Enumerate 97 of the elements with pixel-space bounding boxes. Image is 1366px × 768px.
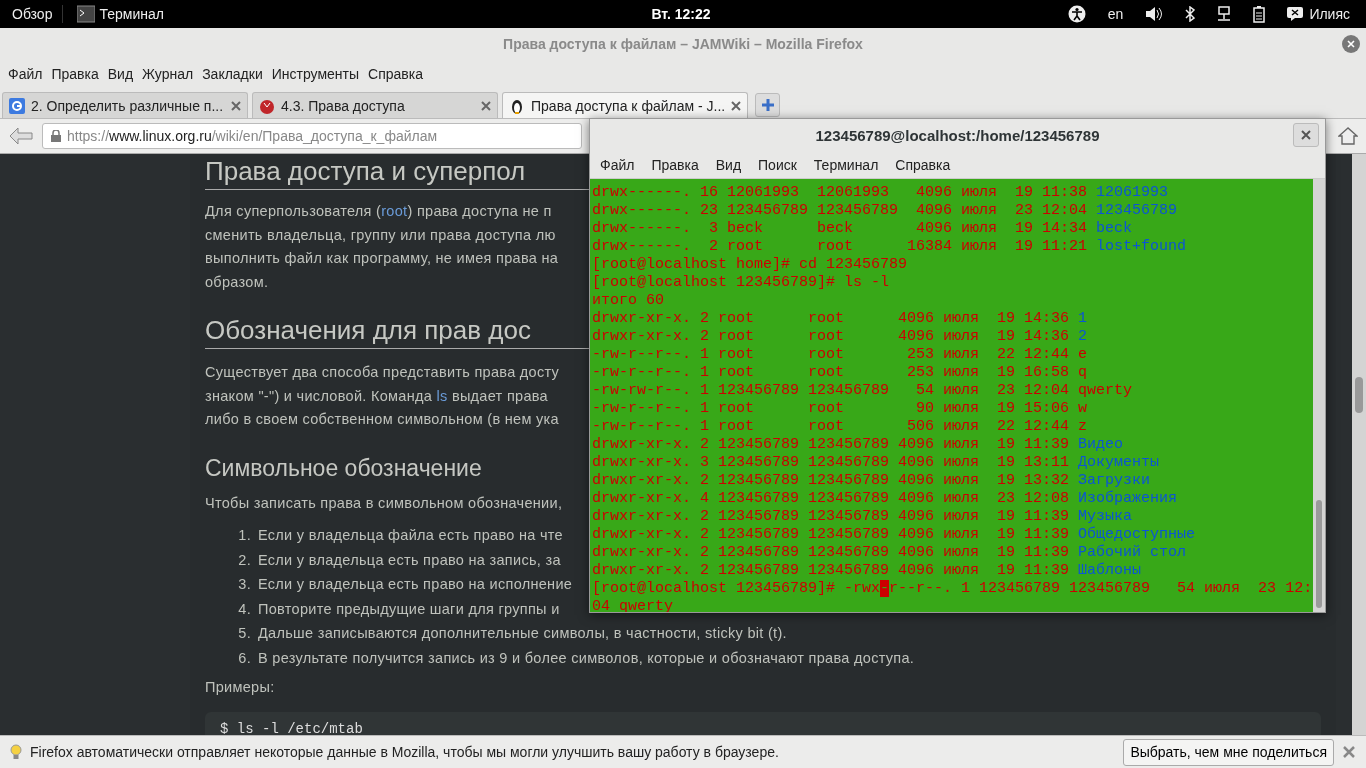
close-icon[interactable] <box>731 100 742 111</box>
close-button[interactable] <box>1342 35 1360 53</box>
terminal-line: drwxr-xr-x. 4 123456789 123456789 4096 июля 23 12:08 Изображения <box>591 490 1179 508</box>
menu-item[interactable]: Справка <box>895 157 951 173</box>
terminal-line: [root@localhost 123456789]# ls -l <box>591 274 891 292</box>
terminal-line: drwxr-xr-x. 2 123456789 123456789 4096 июля 19 11:39 Общедоступные <box>591 526 1197 544</box>
window-title: Права доступа к файлам – JAMWiki – Mozilla Firefox <box>503 36 863 52</box>
list-number: 6. <box>237 648 251 668</box>
tab[interactable]: 2. Определить различные п... <box>2 92 248 118</box>
terminal-line: drwxr-xr-x. 2 123456789 123456789 4096 июля 19 11:39 Шаблоны <box>591 562 1143 580</box>
subsection-heading: Символьное обозначение <box>205 453 482 482</box>
paragraph: Чтобы записать права в символьном обозначении, <box>205 493 563 513</box>
scrollbar[interactable] <box>1352 154 1366 735</box>
terminal-icon <box>77 5 96 23</box>
lock-icon <box>51 130 61 142</box>
back-icon[interactable] <box>8 126 34 146</box>
network-icon[interactable] <box>1217 6 1232 22</box>
menu-item[interactable]: Инструменты <box>271 66 365 82</box>
page-heading: Права доступа и суперпол <box>205 156 589 190</box>
list-item-text: В результате получится запись из 9 и более символов, которые и обозначают права доступа. <box>258 648 915 668</box>
link[interactable]: root <box>381 203 408 219</box>
terminal-line: drwx------. 23 123456789 123456789 4096 июля 23 12:04 123456789 <box>591 202 1179 220</box>
scrollbar[interactable] <box>1313 179 1325 612</box>
menu-item[interactable]: Файл <box>600 157 635 173</box>
user-menu[interactable]: Илияс <box>1309 6 1350 22</box>
list-number: 5. <box>237 624 251 643</box>
close-icon <box>1347 40 1355 48</box>
window-title: 123456789@localhost:/home/123456789 <box>815 127 1100 144</box>
terminal-line: drwxr-xr-x. 2 123456789 123456789 4096 июля 19 11:39 Видео <box>591 436 1125 454</box>
menu-item[interactable]: Правка <box>51 66 104 82</box>
list-item-text: Повторите предыдущие шаги для группы и <box>258 599 560 619</box>
list-item-text: Дальше записываются дополнительные символы, в частности, sticky bit (t). <box>258 624 787 643</box>
section-heading: Обозначения для прав дос <box>205 314 589 349</box>
menu-item[interactable]: Файл <box>8 66 48 82</box>
terminal-line: [root@localhost 123456789]# -rwx-r--r--. 1 123456789 123456789 54 июля 23 12: <box>591 580 1313 598</box>
link[interactable]: ls <box>436 387 448 404</box>
paragraph: Примеры: <box>205 678 275 697</box>
battery-icon[interactable] <box>1253 5 1266 23</box>
close-icon[interactable] <box>231 100 241 111</box>
volume-icon[interactable] <box>1145 6 1164 22</box>
tab[interactable]: Права доступа к файлам - J... <box>502 92 748 118</box>
language-indicator[interactable]: en <box>1107 6 1124 22</box>
paragraph: Существует два способа представить права досту знаком "-") и числовой. Команда ls выдает права либо в своем собственном символьном (в нем ука <box>205 363 560 429</box>
menu-item[interactable]: Журнал <box>142 66 199 82</box>
address-field[interactable]: https://www.linux.org.ru/wiki/en/Права_доступа_к_файлам <box>42 123 582 149</box>
code-block: $ ls -l /etc/mtab <box>205 711 1321 735</box>
list-item-text: Если у владельца есть право на запись, за <box>258 550 561 570</box>
list-number: 4. <box>237 599 251 619</box>
globe-icon <box>9 97 25 114</box>
list-number: 2. <box>237 550 251 570</box>
bug-icon <box>259 97 275 114</box>
terminal-line: drwxr-xr-x. 2 root root 4096 июля 19 14:36 1 <box>591 310 1089 328</box>
terminal-line: -rw-rw-r--. 1 123456789 123456789 54 июля 23 12:04 qwerty <box>591 382 1134 400</box>
terminal-line: drwx------. 2 root root 16384 июля 19 11:21 lost+found <box>591 238 1188 256</box>
menu-item[interactable]: Вид <box>107 66 139 82</box>
close-button[interactable] <box>1293 123 1319 147</box>
tab[interactable]: 4.3. Права доступа <box>252 92 498 118</box>
menu-item[interactable]: Закладки <box>202 66 268 82</box>
app-menu[interactable]: Терминал <box>99 6 164 22</box>
notification-text: Firefox автоматически отправляет некоторые данные в Mozilla, чтобы мы могли улучшить вашу работу в браузере. <box>30 744 780 760</box>
close-icon[interactable] <box>1342 745 1356 759</box>
menu-item[interactable]: Терминал <box>813 157 879 173</box>
home-icon[interactable] <box>1338 127 1358 145</box>
lightbulb-icon <box>10 744 22 760</box>
new-tab-button[interactable] <box>755 93 780 117</box>
accessibility-icon[interactable] <box>1067 5 1086 23</box>
close-icon <box>1301 130 1311 140</box>
terminal-line: [root@localhost home]# cd 123456789 <box>591 256 909 274</box>
clock[interactable]: Вт. 12:22 <box>651 6 711 22</box>
terminal-line: drwx------. 16 12061993 12061993 4096 июля 19 11:38 12061993 <box>591 184 1170 202</box>
chat-icon <box>1287 7 1304 21</box>
list-number: 1. <box>237 526 251 545</box>
terminal-line: -rw-r--r--. 1 root root 253 июля 22 12:44 e <box>591 346 1089 364</box>
menu-item[interactable]: Правка <box>651 157 699 173</box>
bluetooth-icon[interactable] <box>1185 6 1196 22</box>
terminal-line: итого 60 <box>591 292 665 310</box>
terminal-line: drwxr-xr-x. 3 123456789 123456789 4096 июля 19 13:11 Документы <box>591 454 1161 472</box>
terminal-line: -rw-r--r--. 1 root root 506 июля 22 12:44 z <box>591 418 1089 436</box>
terminal-line: drwxr-xr-x. 2 123456789 123456789 4096 июля 19 11:39 Музыка <box>591 508 1134 526</box>
list-item-text: Если у владельца есть право на исполнение <box>258 575 573 594</box>
terminal-line: drwxr-xr-x. 2 root root 4096 июля 19 14:36 2 <box>591 328 1089 346</box>
list-item-text: Если у владельца файла есть право на чте <box>258 526 563 545</box>
list-number: 3. <box>237 575 251 594</box>
close-icon[interactable] <box>481 100 491 111</box>
plus-icon <box>761 99 774 111</box>
share-choice-button[interactable]: Выбрать, чем мне поделиться <box>1123 738 1334 766</box>
menu-item[interactable]: Вид <box>715 157 742 173</box>
paragraph: Для суперпользователя (root) права доступа не п сменить владельца, группу или права доступа лю выполнить файл как программу, не имея права на образом. <box>205 202 559 292</box>
terminal-line: -rw-r--r--. 1 root root 253 июля 19 16:58 q <box>591 364 1089 382</box>
menu-item[interactable]: Поиск <box>758 157 797 173</box>
terminal-line: -rw-r--r--. 1 root root 90 июля 19 15:06 w <box>591 400 1089 418</box>
terminal-line: drwx------. 3 beck beck 4096 июля 19 14:34 beck <box>591 220 1134 238</box>
activities-button[interactable]: Обзор <box>12 6 53 22</box>
terminal-line: drwxr-xr-x. 2 123456789 123456789 4096 июля 19 11:39 Рабочий стол <box>591 544 1188 562</box>
terminal-line: drwxr-xr-x. 2 123456789 123456789 4096 июля 19 13:32 Загрузки <box>591 472 1152 490</box>
menu-item[interactable]: Справка <box>368 66 428 82</box>
penguin-icon <box>509 97 525 114</box>
